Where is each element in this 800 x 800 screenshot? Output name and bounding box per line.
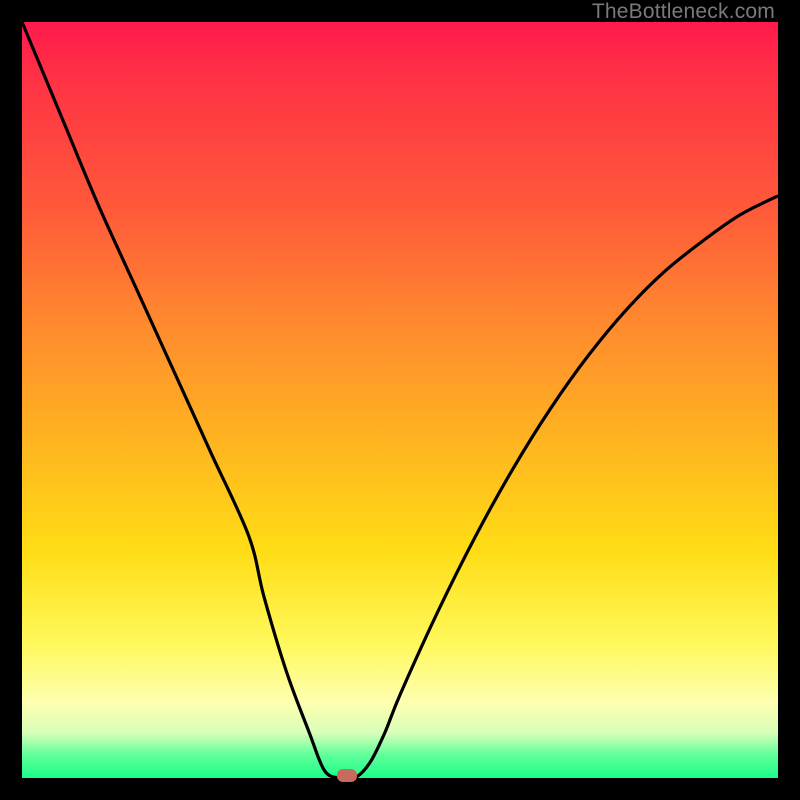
watermark-text: TheBottleneck.com <box>592 0 775 24</box>
optimum-marker <box>337 769 357 782</box>
curve-layer <box>22 22 778 778</box>
chart-frame: TheBottleneck.com <box>0 0 800 800</box>
bottleneck-curve <box>22 22 778 778</box>
